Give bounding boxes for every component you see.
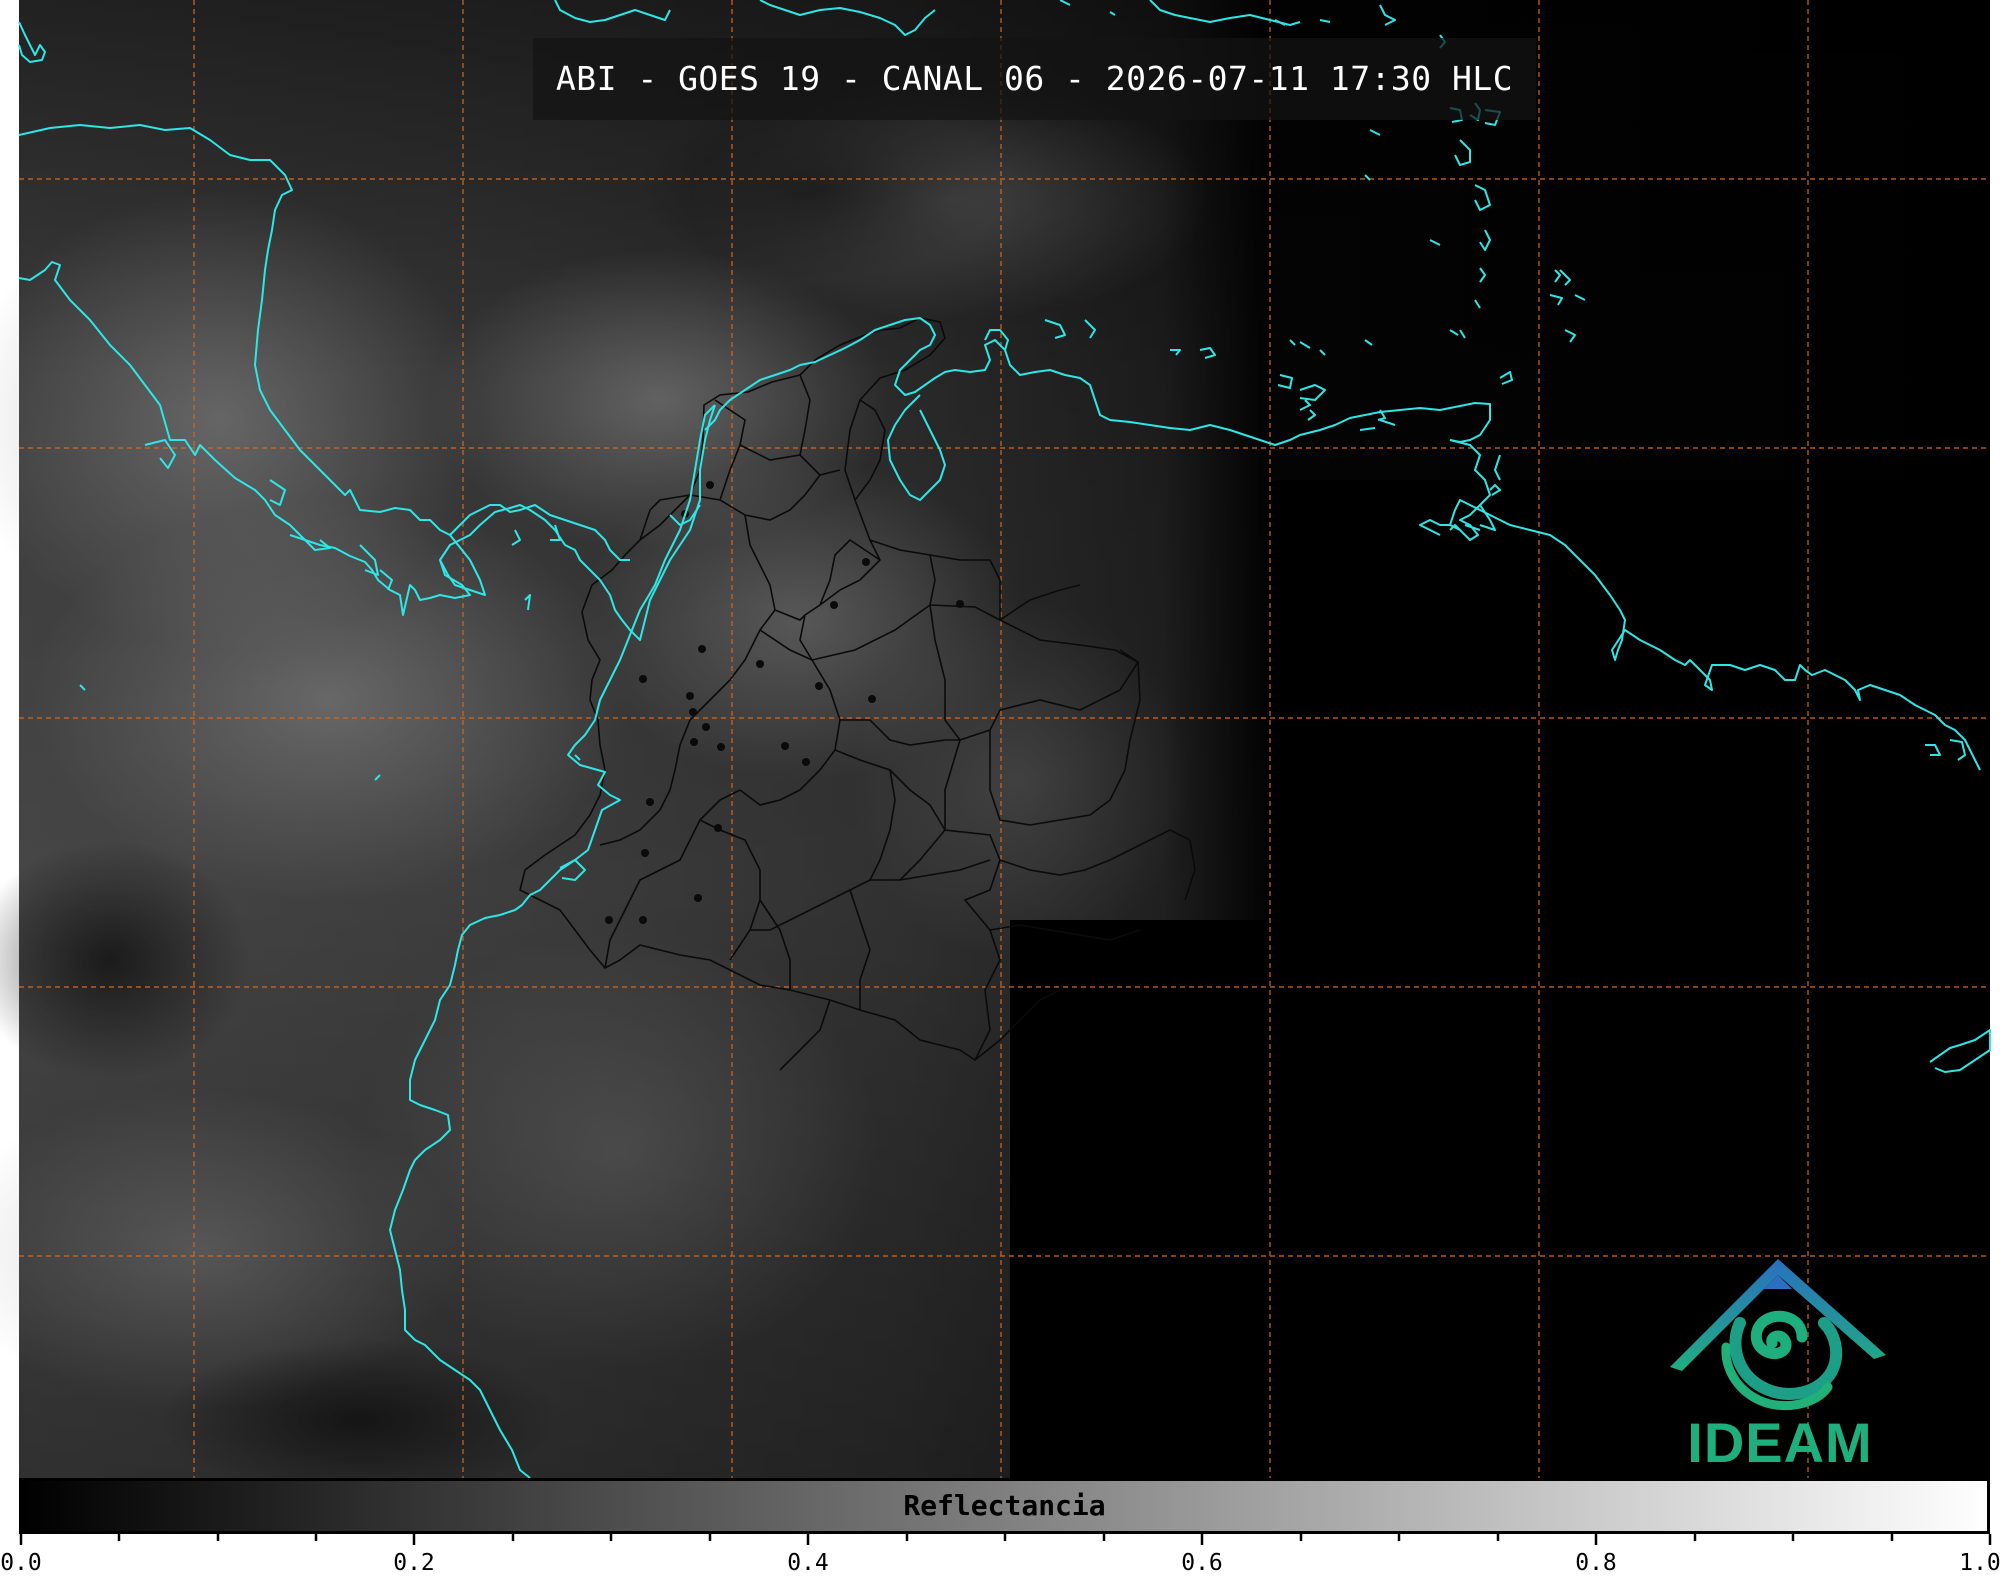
colorbar: Reflectancia — [19, 1478, 1990, 1534]
colorbar-tick-label: 0.0 — [0, 1550, 42, 1576]
colorbar-tick-label: 0.6 — [1181, 1550, 1223, 1576]
ideam-logo-text: IDEAM — [1687, 1411, 1873, 1474]
colorbar-ticks — [19, 1534, 1992, 1545]
colorbar-tick-label: 0.8 — [1575, 1550, 1617, 1576]
ideam-logo: IDEAM — [1660, 1255, 1900, 1475]
colorbar-tick-label: 0.4 — [787, 1550, 829, 1576]
title-banner: ABI - GOES 19 - CANAL 06 - 2026-07-11 17… — [533, 38, 1536, 120]
colorbar-tick-label: 1.0 — [1959, 1550, 2001, 1576]
colorbar-label: Reflectancia — [903, 1489, 1106, 1522]
map-title: ABI - GOES 19 - CANAL 06 - 2026-07-11 17… — [555, 59, 1514, 98]
colorbar-tick-label: 0.2 — [393, 1550, 435, 1576]
ideam-logo-icon — [1670, 1259, 1886, 1411]
